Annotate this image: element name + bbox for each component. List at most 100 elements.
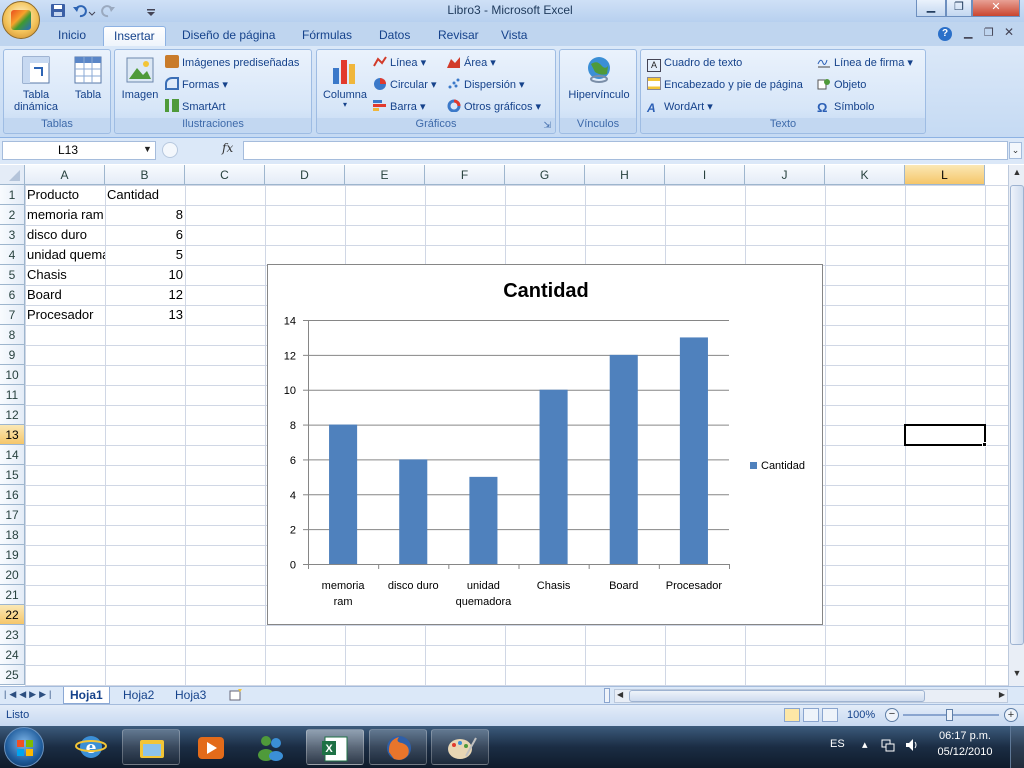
smartart-button[interactable]: SmartArt — [165, 98, 225, 116]
row-header-2[interactable]: 2 — [0, 205, 25, 225]
cell-B1[interactable]: Cantidad — [105, 185, 185, 205]
sheet-tab-hoja3[interactable]: Hoja3 — [169, 687, 212, 704]
columna-button[interactable]: Columna ▾ — [320, 54, 370, 109]
imagenes-predisenadas-button[interactable]: Imágenes prediseñadas — [165, 54, 299, 72]
barra-button[interactable]: Barra ▾ — [373, 98, 425, 116]
cell-B2[interactable]: 8 — [105, 205, 185, 225]
linea-firma-button[interactable]: Línea de firma ▾ — [817, 54, 913, 72]
clock-time[interactable]: 06:17 p.m. — [930, 730, 1000, 742]
row-header-12[interactable]: 12 — [0, 405, 25, 425]
clock-date[interactable]: 05/12/2010 — [930, 746, 1000, 758]
column-header-J[interactable]: J — [745, 165, 825, 185]
row-header-16[interactable]: 16 — [0, 485, 25, 505]
tab-revisar[interactable]: Revisar — [428, 26, 489, 46]
row-header-21[interactable]: 21 — [0, 585, 25, 605]
encabezado-pie-button[interactable]: Encabezado y pie de página — [647, 76, 803, 94]
cell-A5[interactable]: Chasis — [25, 265, 105, 285]
cell-A6[interactable]: Board — [25, 285, 105, 305]
formula-cancel-icon[interactable] — [162, 142, 178, 158]
zoom-slider-thumb[interactable] — [946, 709, 953, 721]
cell-B7[interactable]: 13 — [105, 305, 185, 325]
workbook-close-icon[interactable]: ✕ — [1004, 25, 1014, 39]
taskbar-explorer[interactable] — [122, 729, 180, 765]
zoom-out-icon[interactable]: − — [885, 708, 899, 722]
cuadro-texto-button[interactable]: A Cuadro de texto — [647, 54, 742, 72]
undo-icon[interactable] — [72, 3, 88, 18]
undo-dropdown-icon[interactable] — [88, 6, 96, 21]
cell-B3[interactable]: 6 — [105, 225, 185, 245]
network-icon[interactable] — [880, 737, 896, 753]
cell-B5[interactable]: 10 — [105, 265, 185, 285]
close-button[interactable]: ✕ — [972, 0, 1020, 17]
tab-datos[interactable]: Datos — [369, 26, 420, 46]
taskbar-messenger[interactable] — [242, 729, 300, 765]
cell-A3[interactable]: disco duro — [25, 225, 105, 245]
row-header-23[interactable]: 23 — [0, 625, 25, 645]
sheet-tab-hoja1[interactable]: Hoja1 — [63, 687, 110, 704]
objeto-button[interactable]: Objeto — [817, 76, 866, 94]
page-layout-view-icon[interactable] — [803, 708, 819, 722]
row-header-1[interactable]: 1 — [0, 185, 25, 205]
chart-title[interactable]: Cantidad — [503, 280, 589, 302]
tab-inicio[interactable]: Inicio — [48, 26, 96, 46]
formula-input[interactable] — [243, 141, 1008, 160]
cell-A7[interactable]: Procesador — [25, 305, 105, 325]
scroll-left-icon[interactable]: ◀ — [617, 690, 623, 699]
bar-1[interactable] — [399, 459, 428, 564]
normal-view-icon[interactable] — [784, 708, 800, 722]
fill-handle[interactable] — [982, 442, 987, 447]
cell-A1[interactable]: Producto — [25, 185, 105, 205]
tabla-button[interactable]: Tabla — [68, 54, 108, 101]
row-header-13[interactable]: 13 — [0, 425, 25, 445]
bar-5[interactable] — [679, 337, 708, 564]
row-header-11[interactable]: 11 — [0, 385, 25, 405]
office-button[interactable] — [2, 1, 40, 39]
row-header-20[interactable]: 20 — [0, 565, 25, 585]
area-button[interactable]: Área ▾ — [447, 54, 496, 72]
linea-button[interactable]: Línea ▾ — [373, 54, 426, 72]
bar-2[interactable] — [469, 476, 498, 564]
language-indicator[interactable]: ES — [830, 738, 845, 750]
column-header-L[interactable]: L — [905, 165, 985, 185]
redo-icon[interactable] — [100, 3, 116, 18]
sheet-tab-hoja2[interactable]: Hoja2 — [117, 687, 160, 704]
sheet-nav-icons[interactable]: |◀◀▶▶| — [4, 689, 54, 700]
row-header-9[interactable]: 9 — [0, 345, 25, 365]
customize-qat-icon[interactable] — [146, 6, 156, 21]
column-header-H[interactable]: H — [585, 165, 665, 185]
simbolo-button[interactable]: Ω Símbolo — [817, 98, 874, 116]
row-header-7[interactable]: 7 — [0, 305, 25, 325]
insert-function-button[interactable]: fx — [222, 141, 233, 155]
tab-diseno-pagina[interactable]: Diseño de página — [172, 26, 285, 46]
column-header-I[interactable]: I — [665, 165, 745, 185]
taskbar-firefox[interactable] — [369, 729, 427, 765]
row-header-25[interactable]: 25 — [0, 665, 25, 685]
tab-vista[interactable]: Vista — [491, 26, 537, 46]
imagen-button[interactable]: Imagen — [118, 54, 162, 101]
scroll-up-icon[interactable]: ▲ — [1011, 167, 1023, 183]
formas-button[interactable]: Formas ▾ — [165, 76, 228, 94]
name-box[interactable]: L13 — [2, 141, 156, 160]
row-header-22[interactable]: 22 — [0, 605, 25, 625]
column-header-D[interactable]: D — [265, 165, 345, 185]
vertical-scroll-thumb[interactable] — [1010, 185, 1024, 645]
row-header-14[interactable]: 14 — [0, 445, 25, 465]
horizontal-scrollbar[interactable]: ◀ ▶ — [614, 689, 1008, 703]
column-header-G[interactable]: G — [505, 165, 585, 185]
tab-insertar[interactable]: Insertar — [103, 26, 166, 46]
cell-A4[interactable]: unidad quemadora — [25, 245, 105, 265]
scroll-right-icon[interactable]: ▶ — [999, 690, 1005, 699]
cell-B6[interactable]: 12 — [105, 285, 185, 305]
worksheet-grid[interactable]: ABCDEFGHIJKL 1 2 3 4 5 6 7 8 9 10 11 12 13 14 15 16 17 18… — [0, 165, 1008, 686]
column-header-F[interactable]: F — [425, 165, 505, 185]
insert-sheet-icon[interactable] — [228, 688, 244, 702]
restore-button[interactable]: ❐ — [946, 0, 972, 17]
tab-split-handle[interactable] — [604, 688, 610, 703]
column-header-C[interactable]: C — [185, 165, 265, 185]
bar-3[interactable] — [539, 389, 568, 564]
dispersion-button[interactable]: Dispersión ▾ — [447, 76, 525, 94]
taskbar-ie[interactable]: e — [62, 729, 120, 765]
row-header-19[interactable]: 19 — [0, 545, 25, 565]
zoom-level[interactable]: 100% — [847, 709, 875, 721]
row-header-17[interactable]: 17 — [0, 505, 25, 525]
